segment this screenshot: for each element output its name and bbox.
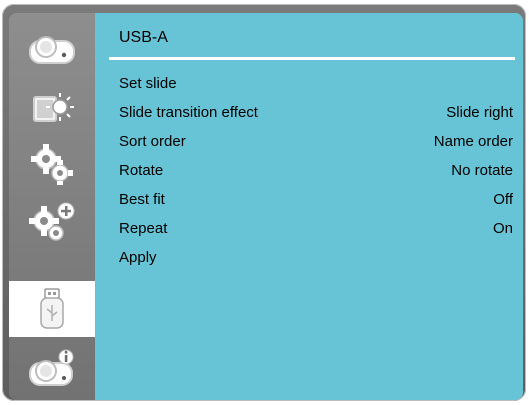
menu-row-set-slide[interactable]: Set slide [119,71,513,95]
osd-frame: USB-A Set slide Slide transition effect … [2,4,526,401]
usb-menu-panel: USB-A Set slide Slide transition effect … [95,13,523,400]
menu-label: Sort order [119,132,186,150]
projector-info-icon [24,345,80,393]
menu-value: Name order [433,132,513,150]
menu-label: Repeat [119,219,168,237]
sidebar-item-extended[interactable] [9,193,95,249]
settings-gears-icon [24,139,80,187]
projector-icon [24,29,80,69]
menu-row-rotate[interactable]: Rotate No rotate [119,158,513,182]
menu-label: Apply [119,248,157,266]
extended-settings-gears-plus-icon [24,197,80,245]
sidebar-item-usb[interactable] [9,281,97,337]
menu-label: Best fit [119,190,165,208]
menu-value: No rotate [451,161,513,179]
page-title: USB-A [119,29,168,46]
menu-label: Set slide [119,74,177,92]
sidebar-item-picture[interactable] [9,79,95,135]
sidebar-item-display[interactable] [9,21,95,77]
osd-window: USB-A Set slide Slide transition effect … [9,13,523,400]
usb-drive-icon [32,285,72,333]
menu-label: Rotate [119,161,164,179]
title-divider [109,57,515,60]
menu-row-sort-order[interactable]: Sort order Name order [119,129,513,153]
picture-brightness-icon [24,87,80,127]
sidebar-item-setting[interactable] [9,135,95,191]
menu-label: Slide transition effect [119,103,258,121]
menu-row-repeat[interactable]: Repeat On [119,216,513,240]
menu-value: On [492,219,513,237]
menu-row-slide-transition-effect[interactable]: Slide transition effect Slide right [119,100,513,124]
menu-value: Off [493,190,513,208]
sidebar-item-info[interactable] [9,341,95,397]
menu-row-apply[interactable]: Apply [119,245,513,269]
menu-value: Slide right [446,103,513,121]
menu-row-best-fit[interactable]: Best fit Off [119,187,513,211]
sidebar [9,13,97,400]
